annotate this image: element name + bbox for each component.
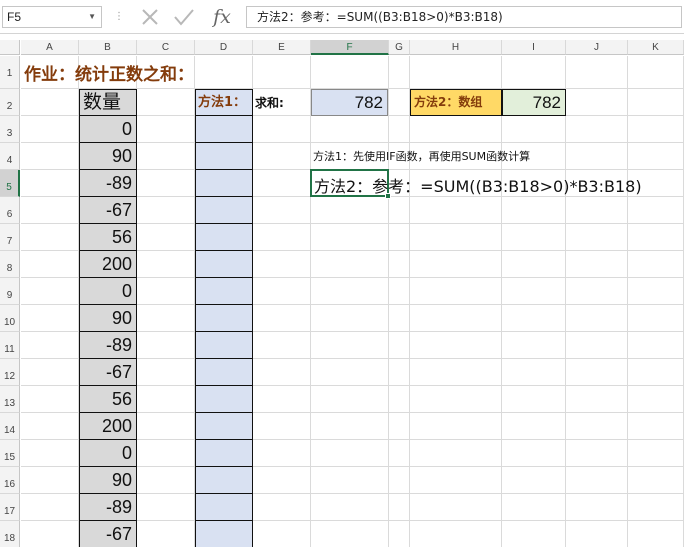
row-header-10[interactable]: 10 bbox=[0, 305, 20, 332]
gridline-vertical bbox=[409, 56, 410, 547]
method1-cell[interactable] bbox=[195, 467, 253, 494]
gridline-vertical bbox=[388, 56, 389, 547]
spreadsheet-window: F5 ▼ ⋮ fx 方法2：参考：=SUM((B3:B18>0)*B3:B18)… bbox=[0, 0, 684, 547]
column-header-e[interactable]: E bbox=[253, 40, 311, 55]
gridline-vertical bbox=[501, 56, 502, 547]
column-header-f[interactable]: F bbox=[311, 40, 389, 55]
method1-cell[interactable] bbox=[195, 251, 253, 278]
method2-array-label[interactable]: 方法2：数组 bbox=[410, 89, 502, 116]
b-value-cell[interactable]: -67 bbox=[79, 197, 137, 224]
name-box[interactable]: F5 ▼ bbox=[2, 6, 102, 28]
row-header-5[interactable]: 5 bbox=[0, 170, 20, 197]
b-value-cell[interactable]: 90 bbox=[79, 467, 137, 494]
b-value-cell[interactable]: 56 bbox=[79, 224, 137, 251]
b-value-cell[interactable]: -67 bbox=[79, 521, 137, 547]
column-header-a[interactable]: A bbox=[21, 40, 79, 55]
method1-cell[interactable] bbox=[195, 359, 253, 386]
row-header-7[interactable]: 7 bbox=[0, 224, 20, 251]
name-box-value: F5 bbox=[7, 10, 22, 24]
insert-function-button[interactable]: fx bbox=[208, 4, 236, 30]
method1-cell[interactable] bbox=[195, 170, 253, 197]
fill-handle[interactable] bbox=[385, 193, 391, 199]
row-header-13[interactable]: 13 bbox=[0, 386, 20, 413]
row-header-17[interactable]: 17 bbox=[0, 494, 20, 521]
method1-cell[interactable] bbox=[195, 197, 253, 224]
column-header-g[interactable]: G bbox=[389, 40, 410, 55]
b-value-cell[interactable]: -89 bbox=[79, 332, 137, 359]
method1-cell[interactable] bbox=[195, 521, 253, 547]
row-header-14[interactable]: 14 bbox=[0, 413, 20, 440]
select-all-corner[interactable] bbox=[0, 40, 20, 55]
check-icon[interactable] bbox=[170, 4, 198, 30]
i2-array-value[interactable]: 782 bbox=[502, 89, 566, 116]
formula-input[interactable]: 方法2：参考：=SUM((B3:B18>0)*B3:B18) bbox=[246, 6, 682, 28]
formula-bar: F5 ▼ ⋮ fx 方法2：参考：=SUM((B3:B18>0)*B3:B18) bbox=[0, 0, 684, 34]
b-value-cell[interactable]: 90 bbox=[79, 305, 137, 332]
b-value-cell[interactable]: 0 bbox=[79, 116, 137, 143]
row-header-4[interactable]: 4 bbox=[0, 143, 20, 170]
column-header-d[interactable]: D bbox=[195, 40, 253, 55]
b-value-cell[interactable]: 0 bbox=[79, 278, 137, 305]
row-header-8[interactable]: 8 bbox=[0, 251, 20, 278]
method1-header[interactable]: 方法1： bbox=[195, 89, 253, 116]
row-header-12[interactable]: 12 bbox=[0, 359, 20, 386]
row-header-16[interactable]: 16 bbox=[0, 467, 20, 494]
b-value-cell[interactable]: 200 bbox=[79, 251, 137, 278]
column-header-j[interactable]: J bbox=[566, 40, 628, 55]
b-value-cell[interactable]: -89 bbox=[79, 494, 137, 521]
row-header-18[interactable]: 18 bbox=[0, 521, 20, 547]
drag-handle-icon[interactable]: ⋮ bbox=[114, 9, 124, 25]
method1-cell[interactable] bbox=[195, 305, 253, 332]
row-header-9[interactable]: 9 bbox=[0, 278, 20, 305]
column-header-c[interactable]: C bbox=[137, 40, 195, 55]
gridline-vertical bbox=[627, 56, 628, 547]
method1-cell[interactable] bbox=[195, 440, 253, 467]
method1-cell[interactable] bbox=[195, 413, 253, 440]
sum-label[interactable]: 求和: bbox=[255, 94, 284, 111]
b-value-cell[interactable]: 200 bbox=[79, 413, 137, 440]
row-header-2[interactable]: 2 bbox=[0, 89, 20, 116]
sheet-title[interactable]: 作业：统计正数之和： bbox=[24, 60, 194, 85]
f2-sum-value[interactable]: 782 bbox=[311, 89, 388, 116]
row-header-11[interactable]: 11 bbox=[0, 332, 20, 359]
method1-cell[interactable] bbox=[195, 332, 253, 359]
b-value-cell[interactable]: 0 bbox=[79, 440, 137, 467]
b-value-cell[interactable]: -67 bbox=[79, 359, 137, 386]
row-header-6[interactable]: 6 bbox=[0, 197, 20, 224]
x-icon[interactable] bbox=[136, 4, 164, 30]
method1-cell[interactable] bbox=[195, 278, 253, 305]
chevron-down-icon[interactable]: ▼ bbox=[88, 7, 96, 27]
b-value-cell[interactable]: 56 bbox=[79, 386, 137, 413]
gridline-vertical bbox=[310, 56, 311, 547]
b-column-header[interactable]: 数量 bbox=[79, 89, 137, 116]
note-method2[interactable]: 方法2：参考：=SUM((B3:B18>0)*B3:B18) bbox=[314, 173, 642, 197]
row-header-15[interactable]: 15 bbox=[0, 440, 20, 467]
method1-cell[interactable] bbox=[195, 494, 253, 521]
b-value-cell[interactable]: -89 bbox=[79, 170, 137, 197]
column-header-h[interactable]: H bbox=[410, 40, 502, 55]
column-header-i[interactable]: I bbox=[502, 40, 566, 55]
b-value-cell[interactable]: 90 bbox=[79, 143, 137, 170]
method1-cell[interactable] bbox=[195, 143, 253, 170]
column-header-k[interactable]: K bbox=[628, 40, 684, 55]
gridline-vertical bbox=[565, 56, 566, 547]
method1-cell[interactable] bbox=[195, 116, 253, 143]
note-method1[interactable]: 方法1：先使用IF函数，再使用SUM函数计算 bbox=[313, 148, 530, 164]
column-header-b[interactable]: B bbox=[79, 40, 137, 55]
method1-cell[interactable] bbox=[195, 224, 253, 251]
row-header-1[interactable]: 1 bbox=[0, 56, 20, 89]
row-header-3[interactable]: 3 bbox=[0, 116, 20, 143]
method1-cell[interactable] bbox=[195, 386, 253, 413]
